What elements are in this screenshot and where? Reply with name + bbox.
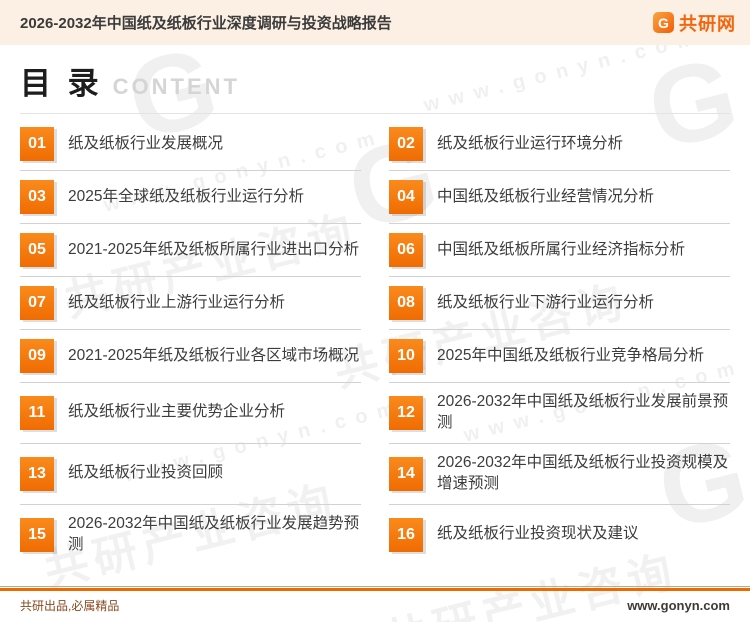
toc-item-number-label: 01: [28, 135, 46, 152]
brand-logo[interactable]: G 共研网: [653, 10, 736, 36]
toc-item-number-label: 05: [28, 241, 46, 258]
toc-item-label: 纸及纸板行业投资回顾: [68, 464, 224, 482]
toc-item-number: 05: [20, 233, 54, 267]
toc-item[interactable]: 09 2021-2025年纸及纸板行业各区域市场概况: [20, 330, 361, 383]
toc-item-number: 16: [389, 517, 423, 552]
toc-item-label: 纸及纸板行业上游行业运行分析: [68, 293, 286, 311]
toc-item-number: 04: [389, 180, 423, 214]
footer-url[interactable]: www.gonyn.com: [627, 598, 730, 613]
toc-item-label: 中国纸及纸板所属行业经济指标分析: [437, 240, 686, 258]
footer-rule-thin: [0, 586, 750, 587]
toc-item[interactable]: 02 纸及纸板行业运行环境分析: [389, 118, 730, 171]
toc-head: 目 录 CONTENT: [20, 58, 730, 103]
toc-item-number-label: 02: [397, 135, 415, 152]
toc-item-number: 13: [20, 456, 54, 491]
toc-item-label: 纸及纸板行业投资现状及建议: [437, 525, 639, 543]
toc-item-label: 2026-2032年中国纸及纸板行业投资规模及增速预测: [437, 453, 729, 492]
toc-item-label: 2021-2025年纸及纸板行业各区域市场概况: [68, 346, 360, 364]
toc-item-label: 2025年全球纸及纸板行业运行分析: [68, 187, 304, 205]
toc-item[interactable]: 01 纸及纸板行业发展概况: [20, 118, 361, 171]
toc-item-number-label: 11: [28, 403, 46, 421]
header-bar: 2026-2032年中国纸及纸板行业深度调研与投资战略报告 G 共研网: [0, 0, 750, 45]
footer-row: 共研出品,必属精品 www.gonyn.com: [0, 591, 750, 622]
footer: 共研出品,必属精品 www.gonyn.com: [0, 586, 750, 622]
toc-item-number: 06: [389, 233, 423, 267]
toc-item-number-label: 13: [28, 464, 46, 482]
toc-grid: 01 纸及纸板行业发展概况 02 纸及纸板行业运行环境分析 03 2025年全球…: [20, 118, 730, 565]
toc-item[interactable]: 16 纸及纸板行业投资现状及建议: [389, 505, 730, 565]
toc-item-number-label: 06: [397, 241, 415, 258]
toc-item-number-label: 08: [397, 294, 415, 311]
toc-item-number: 10: [389, 339, 423, 373]
toc-item-number-label: 09: [28, 347, 46, 364]
toc-item[interactable]: 06 中国纸及纸板所属行业经济指标分析: [389, 224, 730, 277]
toc-item-number: 03: [20, 180, 54, 214]
toc-title-divider: [20, 113, 730, 114]
toc-item[interactable]: 11 纸及纸板行业主要优势企业分析: [20, 383, 361, 444]
toc-item-number: 11: [20, 395, 54, 430]
toc-item-label: 纸及纸板行业主要优势企业分析: [68, 403, 286, 421]
toc-item[interactable]: 10 2025年中国纸及纸板行业竞争格局分析: [389, 330, 730, 383]
toc-item-label: 纸及纸板行业下游行业运行分析: [437, 293, 655, 311]
toc-item-number: 02: [389, 127, 423, 161]
toc-item-number-label: 10: [397, 347, 415, 364]
toc-item[interactable]: 03 2025年全球纸及纸板行业运行分析: [20, 171, 361, 224]
toc-item-label: 纸及纸板行业运行环境分析: [437, 134, 624, 152]
toc-item-number: 09: [20, 339, 54, 373]
toc-item-number-label: 12: [397, 403, 415, 421]
toc-item-number: 01: [20, 127, 54, 161]
toc-item[interactable]: 14 2026-2032年中国纸及纸板行业投资规模及增速预测: [389, 444, 730, 505]
toc-item-number: 08: [389, 286, 423, 320]
toc-item[interactable]: 08 纸及纸板行业下游行业运行分析: [389, 277, 730, 330]
brand-logo-icon: G: [653, 12, 674, 33]
footer-credit: 共研出品,必属精品: [20, 599, 120, 613]
brand-logo-text: 共研网: [679, 13, 736, 34]
toc-item-label: 2026-2032年中国纸及纸板行业发展趋势预测: [68, 514, 360, 553]
toc-section: 目 录 CONTENT 01 纸及纸板行业发展概况 02 纸及纸板行业运行环境分…: [0, 45, 750, 586]
toc-item[interactable]: 13 纸及纸板行业投资回顾: [20, 444, 361, 505]
toc-item-label: 2026-2032年中国纸及纸板行业发展前景预测: [437, 393, 729, 431]
toc-item-label: 中国纸及纸板行业经营情况分析: [437, 187, 655, 205]
toc-item-number: 07: [20, 286, 54, 320]
toc-item[interactable]: 07 纸及纸板行业上游行业运行分析: [20, 277, 361, 330]
toc-item-number-label: 16: [397, 525, 415, 543]
report-toc-page: G G G G 共研产业咨询 共研产业咨询 共研产业咨询 共研产业咨询 www.…: [0, 0, 750, 622]
toc-item-label: 纸及纸板行业发展概况: [68, 134, 224, 152]
report-title: 2026-2032年中国纸及纸板行业深度调研与投资战略报告: [20, 15, 392, 32]
toc-item-label: 2021-2025年纸及纸板所属行业进出口分析: [68, 240, 360, 258]
toc-item-number: 12: [389, 395, 423, 430]
toc-item-number-label: 07: [28, 294, 46, 311]
toc-item-label: 2025年中国纸及纸板行业竞争格局分析: [437, 346, 704, 364]
toc-title: 目 录: [20, 66, 103, 101]
toc-item-number-label: 03: [28, 188, 46, 205]
toc-item-number: 14: [389, 456, 423, 491]
toc-item-number-label: 14: [397, 464, 415, 482]
toc-item[interactable]: 05 2021-2025年纸及纸板所属行业进出口分析: [20, 224, 361, 277]
toc-item-number-label: 04: [397, 188, 415, 205]
toc-subtitle: CONTENT: [112, 74, 240, 99]
toc-item-number-label: 15: [28, 525, 46, 543]
toc-item[interactable]: 12 2026-2032年中国纸及纸板行业发展前景预测: [389, 383, 730, 444]
toc-item[interactable]: 04 中国纸及纸板行业经营情况分析: [389, 171, 730, 224]
toc-item-number: 15: [20, 517, 54, 552]
toc-item[interactable]: 15 2026-2032年中国纸及纸板行业发展趋势预测: [20, 505, 361, 565]
